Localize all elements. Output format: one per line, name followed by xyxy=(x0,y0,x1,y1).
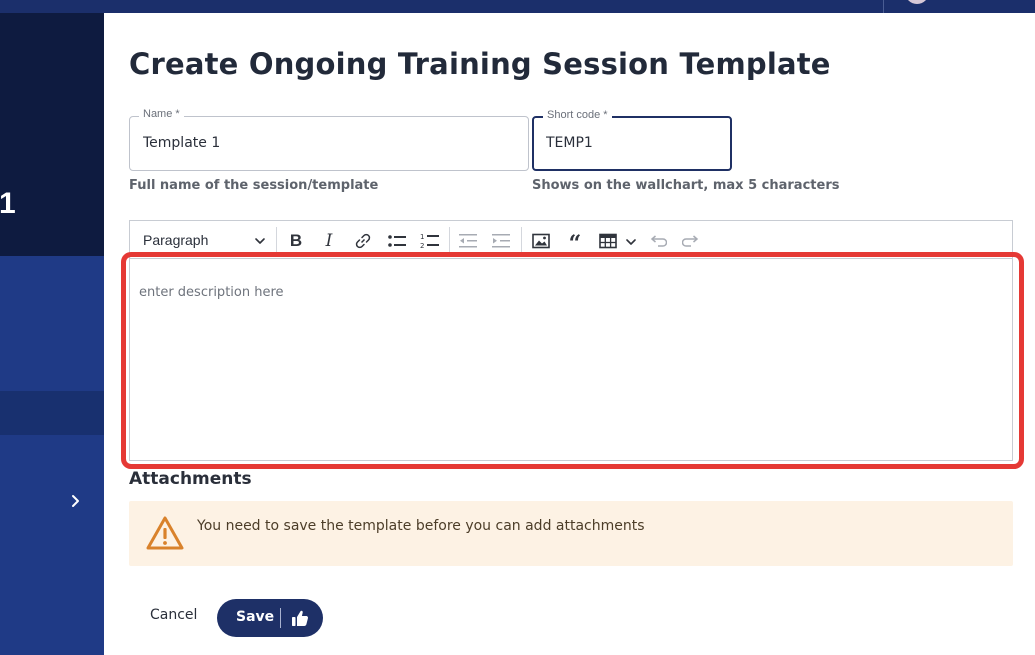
toolbar-divider xyxy=(449,227,450,253)
numbered-list-icon[interactable]: 12 xyxy=(419,230,441,252)
warning-text: You need to save the template before you… xyxy=(197,518,645,534)
attachments-warning: You need to save the template before you… xyxy=(129,501,1013,566)
name-field-label: Name * xyxy=(139,108,184,120)
chevron-down-icon[interactable] xyxy=(254,235,266,247)
short-code-input[interactable] xyxy=(546,135,703,151)
blockquote-icon[interactable]: “ xyxy=(564,230,586,255)
link-icon[interactable] xyxy=(352,230,374,252)
sidebar-active-item[interactable] xyxy=(0,391,104,435)
top-navbar xyxy=(0,0,1035,13)
short-code-helper-text: Shows on the wallchart, max 5 characters xyxy=(532,178,840,193)
bold-icon[interactable]: B xyxy=(285,230,307,252)
navbar-divider xyxy=(883,0,884,13)
save-button[interactable]: Save xyxy=(217,599,323,637)
chevron-down-icon[interactable] xyxy=(625,236,637,248)
main-panel: Create Ongoing Training Session Template… xyxy=(104,13,1035,655)
bulleted-list-icon[interactable] xyxy=(386,230,408,252)
short-code-field[interactable]: Short code * xyxy=(532,109,732,171)
warning-icon xyxy=(146,516,184,550)
table-icon[interactable] xyxy=(597,230,619,252)
attachments-title: Attachments xyxy=(129,469,252,489)
highlight-box xyxy=(121,252,1024,469)
sidebar-number: 1 xyxy=(0,187,16,220)
thumbs-up-icon xyxy=(292,610,309,626)
name-input[interactable] xyxy=(143,135,462,151)
indent-icon[interactable] xyxy=(490,230,512,252)
page-title: Create Ongoing Training Session Template xyxy=(129,47,831,81)
cancel-button[interactable]: Cancel xyxy=(150,607,197,623)
italic-icon[interactable]: I xyxy=(318,230,340,252)
save-button-label: Save xyxy=(236,609,275,625)
save-button-divider xyxy=(280,608,281,628)
name-helper-text: Full name of the session/template xyxy=(129,178,379,193)
short-code-field-label: Short code * xyxy=(543,109,612,121)
svg-text:2: 2 xyxy=(420,242,424,250)
toolbar-divider xyxy=(276,227,277,253)
paragraph-style-select[interactable]: Paragraph xyxy=(143,232,208,248)
redo-icon[interactable] xyxy=(680,230,702,252)
name-field[interactable]: Name * xyxy=(129,108,529,171)
svg-text:1: 1 xyxy=(420,233,424,241)
chevron-right-icon[interactable] xyxy=(66,492,84,510)
image-icon[interactable] xyxy=(530,230,552,252)
undo-icon[interactable] xyxy=(647,230,669,252)
toolbar-divider xyxy=(521,227,522,253)
outdent-icon[interactable] xyxy=(457,230,479,252)
sidebar: 1 xyxy=(0,13,104,655)
user-avatar[interactable] xyxy=(905,0,929,4)
